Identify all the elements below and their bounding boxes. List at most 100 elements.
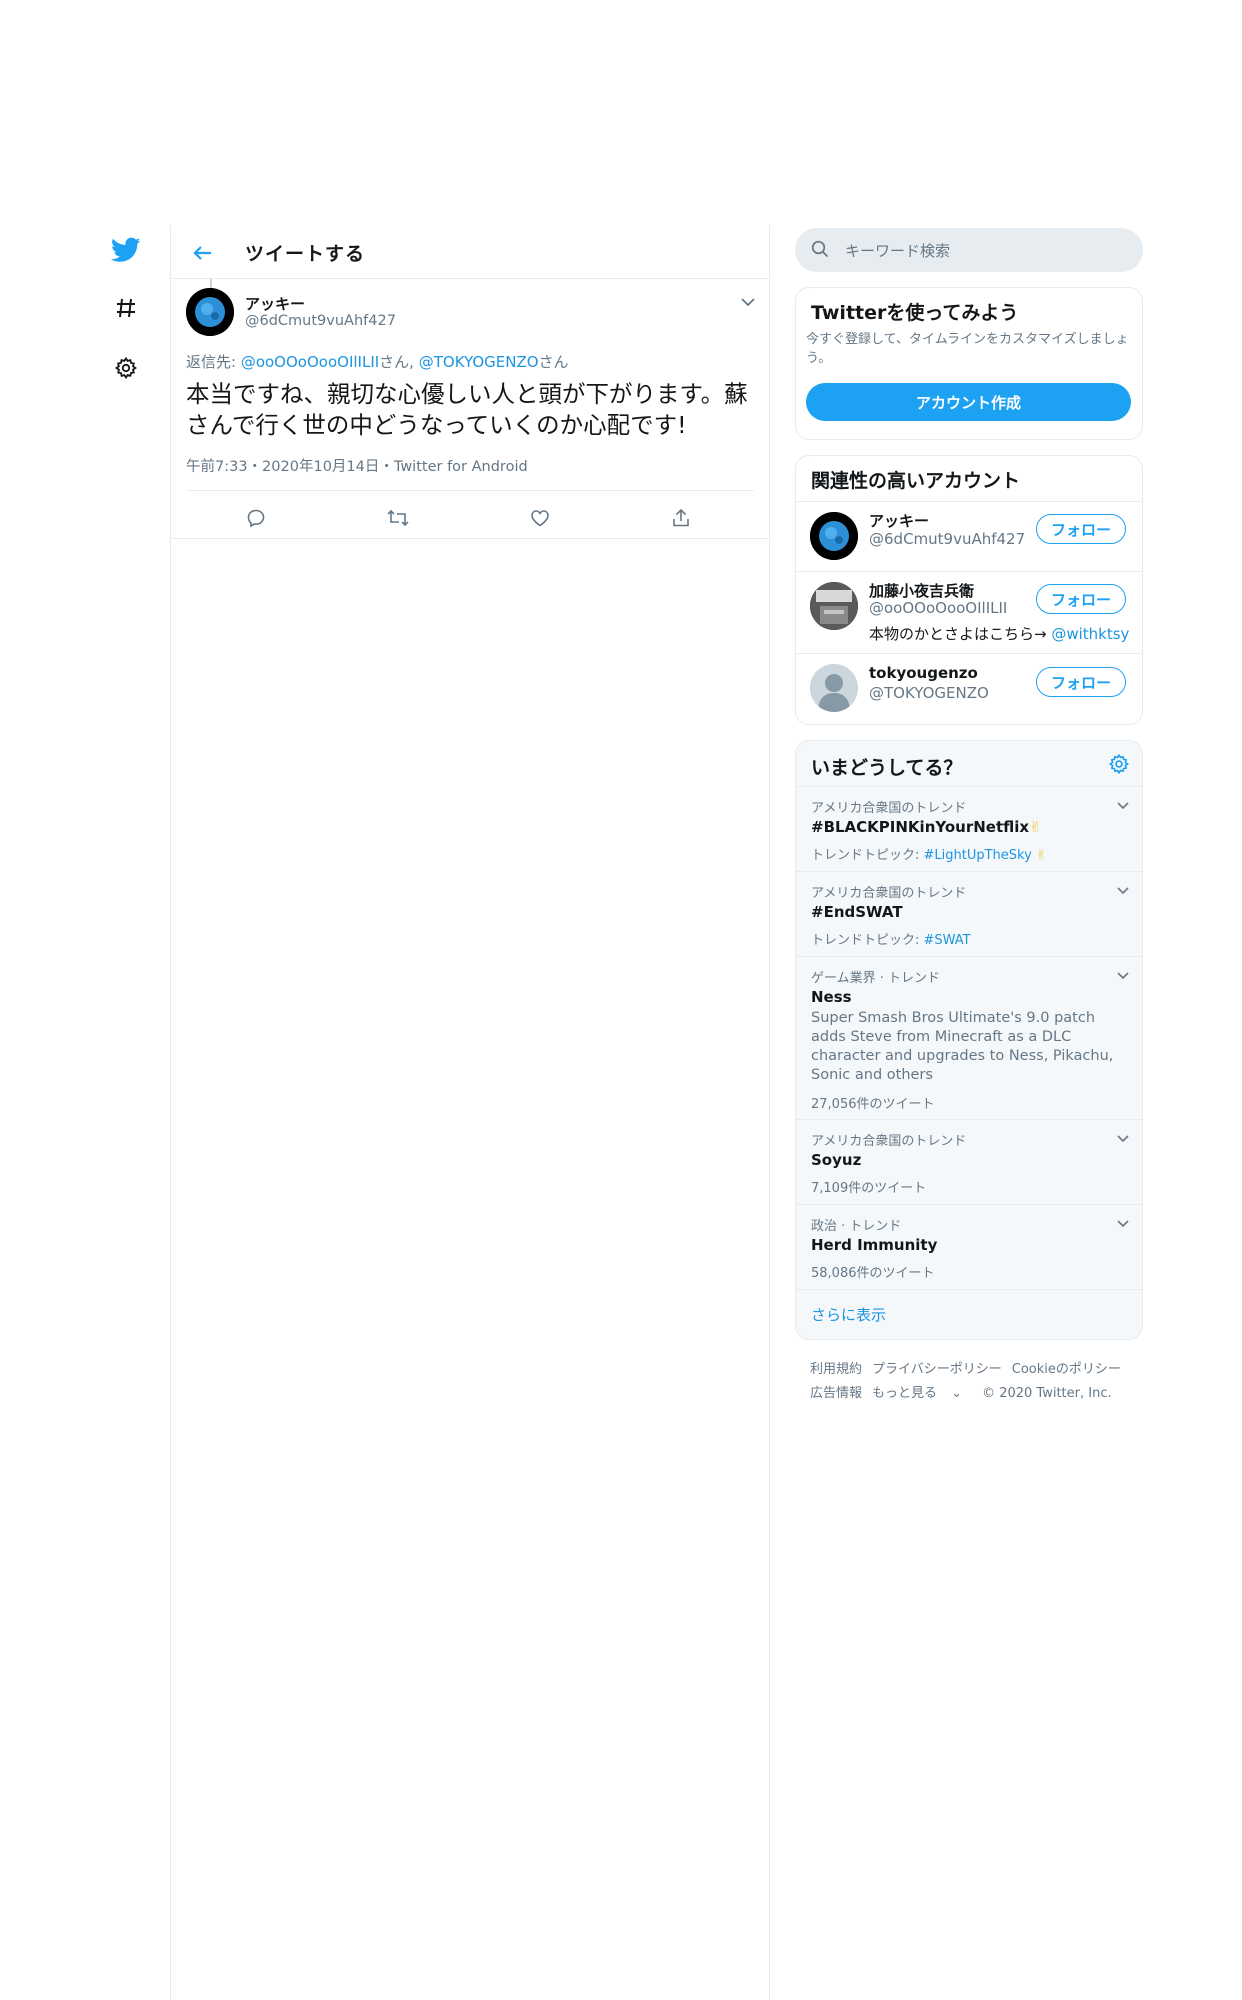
trend-topic-label: トレンドトピック: bbox=[811, 933, 924, 948]
copyright: © 2020 Twitter, Inc. bbox=[982, 1386, 1112, 1401]
footer-more-label: もっと見る bbox=[872, 1386, 938, 1401]
account-item[interactable]: tokyougenzo @TOKYOGENZO フォロー bbox=[796, 653, 1142, 724]
trend-topic-link[interactable]: #SWAT bbox=[924, 933, 971, 948]
account-handle[interactable]: @TOKYOGENZO bbox=[869, 684, 989, 702]
account-bio-text: 本物のかとさよはこちら→ bbox=[869, 625, 1052, 643]
trend-context: ゲーム業界 · トレンド bbox=[811, 971, 941, 986]
tweet-author-avatar[interactable] bbox=[186, 288, 234, 336]
chevron-down-icon: ⌄ bbox=[947, 1386, 963, 1401]
trend-context: アメリカ合衆国のトレンド bbox=[811, 1134, 967, 1149]
main-header: ツイートする bbox=[171, 225, 769, 279]
trend-count: 27,056件のツイート bbox=[811, 1097, 935, 1112]
trends-title: いまどうしてる？ bbox=[811, 757, 963, 779]
footer-link[interactable]: 利用規約 bbox=[810, 1362, 862, 1377]
footer-link[interactable]: 広告情報 bbox=[810, 1386, 862, 1401]
related-title: 関連性の高いアカウント bbox=[811, 470, 1021, 492]
footer-link[interactable]: プライバシーポリシー bbox=[872, 1362, 1002, 1377]
trend-topic-link[interactable]: #LightUpTheSky bbox=[924, 848, 1032, 863]
signup-subtitle: 今すぐ登録して、タイムラインをカスタマイズしましょう。 bbox=[806, 332, 1129, 366]
tweet-text: 本当ですね、親切な心優しい人と頭が下がります。蘇さんで行く世の中どうなっていくの… bbox=[186, 380, 748, 439]
reply-san-2: さん bbox=[538, 353, 569, 371]
trend-item[interactable]: アメリカ合衆国のトレンド #EndSWAT トレンドトピック: #SWAT bbox=[796, 871, 1142, 956]
hand-emoji-icon: ✌ bbox=[1031, 848, 1047, 863]
trend-context: アメリカ合衆国のトレンド bbox=[811, 801, 967, 816]
hand-emoji-icon: ✌ bbox=[1029, 818, 1042, 836]
follow-button[interactable]: フォロー bbox=[1036, 584, 1126, 614]
account-handle[interactable]: @ooOOoOooOIlILII bbox=[869, 599, 1007, 617]
tweet-meta[interactable]: 午前7:33・2020年10月14日・Twitter for Android bbox=[186, 455, 528, 476]
account-bio-link[interactable]: @withktsy bbox=[1051, 625, 1129, 643]
trend-count: 7,109件のツイート bbox=[811, 1181, 927, 1196]
account-name[interactable]: tokyougenzo bbox=[869, 664, 978, 682]
reply-san-1: さん, bbox=[379, 353, 419, 371]
reply-user-link-2[interactable]: @TOKYOGENZO bbox=[419, 353, 539, 371]
default-avatar-icon[interactable] bbox=[810, 664, 858, 712]
avatar[interactable] bbox=[810, 512, 858, 560]
follow-button[interactable]: フォロー bbox=[1036, 667, 1126, 697]
account-bio: 本物のかとさよはこちら→ @withktsy bbox=[869, 623, 1129, 644]
trend-context: アメリカ合衆国のトレンド bbox=[811, 886, 967, 901]
divider bbox=[171, 538, 769, 539]
trend-item[interactable]: アメリカ合衆国のトレンド #BLACKPINKinYourNetflix✌ トレ… bbox=[796, 786, 1142, 871]
follow-button[interactable]: フォロー bbox=[1036, 514, 1126, 544]
chevron-down-icon[interactable] bbox=[1114, 1215, 1132, 1233]
account-name[interactable]: 加藤小夜吉兵衛 bbox=[869, 580, 974, 601]
trend-item[interactable]: 政治 · トレンド Herd Immunity 58,086件のツイート bbox=[796, 1204, 1142, 1289]
back-button[interactable] bbox=[187, 238, 217, 268]
avatar[interactable] bbox=[810, 582, 858, 630]
trend-topic: トレンドトピック: #SWAT bbox=[811, 929, 971, 948]
show-more-link[interactable]: さらに表示 bbox=[811, 1304, 886, 1325]
create-account-button[interactable]: アカウント作成 bbox=[806, 383, 1131, 421]
trend-item[interactable]: ゲーム業界 · トレンド Ness Super Smash Bros Ultim… bbox=[796, 956, 1142, 1119]
account-item[interactable]: 加藤小夜吉兵衛 @ooOOoOooOIlILII 本物のかとさよはこちら→ @w… bbox=[796, 571, 1142, 653]
trend-topic: トレンドトピック: #LightUpTheSky ✌ bbox=[811, 844, 1047, 863]
trend-context: 政治 · トレンド bbox=[811, 1219, 902, 1234]
account-name[interactable]: アッキー bbox=[869, 510, 929, 531]
chevron-down-icon[interactable] bbox=[1114, 967, 1132, 985]
signup-card: Twitterを使ってみよう 今すぐ登録して、タイムラインをカスタマイズしましょ… bbox=[795, 287, 1143, 440]
reply-to-line: 返信先: @ooOOoOooOIlILIIさん, @TOKYOGENZOさん bbox=[186, 351, 569, 372]
trend-name[interactable]: #BLACKPINKinYourNetflix✌ bbox=[811, 818, 1042, 836]
tweet-author-name[interactable]: アッキー bbox=[245, 293, 305, 314]
search-input[interactable]: キーワード検索 bbox=[845, 240, 950, 261]
trend-name[interactable]: Herd Immunity bbox=[811, 1236, 937, 1254]
chevron-down-icon[interactable] bbox=[1114, 797, 1132, 815]
twitter-logo-icon[interactable] bbox=[108, 232, 144, 268]
like-icon[interactable] bbox=[525, 503, 555, 533]
back-arrow-icon bbox=[193, 246, 211, 260]
trend-name[interactable]: #EndSWAT bbox=[811, 903, 903, 921]
signup-title: Twitterを使ってみよう bbox=[811, 302, 1019, 324]
reply-user-link-1[interactable]: @ooOOoOooOIlILII bbox=[241, 353, 379, 371]
footer-row-2: 広告情報 もっと見る ⌄ © 2020 Twitter, Inc. bbox=[810, 1382, 1122, 1401]
share-icon[interactable] bbox=[666, 503, 696, 533]
search-box[interactable]: キーワード検索 bbox=[795, 228, 1143, 272]
search-icon bbox=[811, 240, 829, 258]
chevron-down-icon[interactable] bbox=[1114, 1130, 1132, 1148]
account-handle[interactable]: @6dCmut9vuAhf427 bbox=[869, 530, 1025, 548]
footer-link[interactable]: Cookieのポリシー bbox=[1012, 1362, 1121, 1377]
trend-name-text: #BLACKPINKinYourNetflix bbox=[811, 818, 1030, 836]
hashtag-icon[interactable] bbox=[108, 290, 144, 326]
gear-icon[interactable] bbox=[108, 350, 144, 386]
related-accounts-card: 関連性の高いアカウント アッキー @6dCmut9vuAhf427 フォロー 加… bbox=[795, 455, 1143, 725]
tweet-menu-chevron-down-icon[interactable] bbox=[737, 291, 759, 313]
trend-name[interactable]: Ness bbox=[811, 988, 852, 1006]
tweet-author-handle[interactable]: @6dCmut9vuAhf427 bbox=[245, 313, 396, 329]
trend-description: Super Smash Bros Ultimate's 9.0 patch ad… bbox=[811, 1010, 1114, 1083]
reply-prefix: 返信先: bbox=[186, 353, 241, 371]
footer-more-link[interactable]: もっと見る ⌄ bbox=[872, 1386, 972, 1401]
trend-item[interactable]: アメリカ合衆国のトレンド Soyuz 7,109件のツイート bbox=[796, 1119, 1142, 1204]
main-column: ツイートする アッキー @6dCmut9vuAhf427 返信先: @ooOOo… bbox=[170, 225, 770, 2000]
trends-settings-gear-icon[interactable] bbox=[1108, 753, 1130, 775]
page-title: ツイートする bbox=[245, 243, 366, 265]
trend-count: 58,086件のツイート bbox=[811, 1266, 935, 1281]
chevron-down-icon[interactable] bbox=[1114, 882, 1132, 900]
trend-topic-label: トレンドトピック: bbox=[811, 848, 924, 863]
trend-name[interactable]: Soyuz bbox=[811, 1151, 861, 1169]
retweet-icon[interactable] bbox=[383, 503, 413, 533]
footer-row-1: 利用規約 プライバシーポリシー Cookieのポリシー bbox=[810, 1358, 1131, 1377]
reply-icon[interactable] bbox=[241, 503, 271, 533]
show-more-row[interactable]: さらに表示 bbox=[796, 1289, 1142, 1339]
trends-card: いまどうしてる？ アメリカ合衆国のトレンド #BLACKPINKinYourNe… bbox=[795, 740, 1143, 1340]
account-item[interactable]: アッキー @6dCmut9vuAhf427 フォロー bbox=[796, 501, 1142, 571]
